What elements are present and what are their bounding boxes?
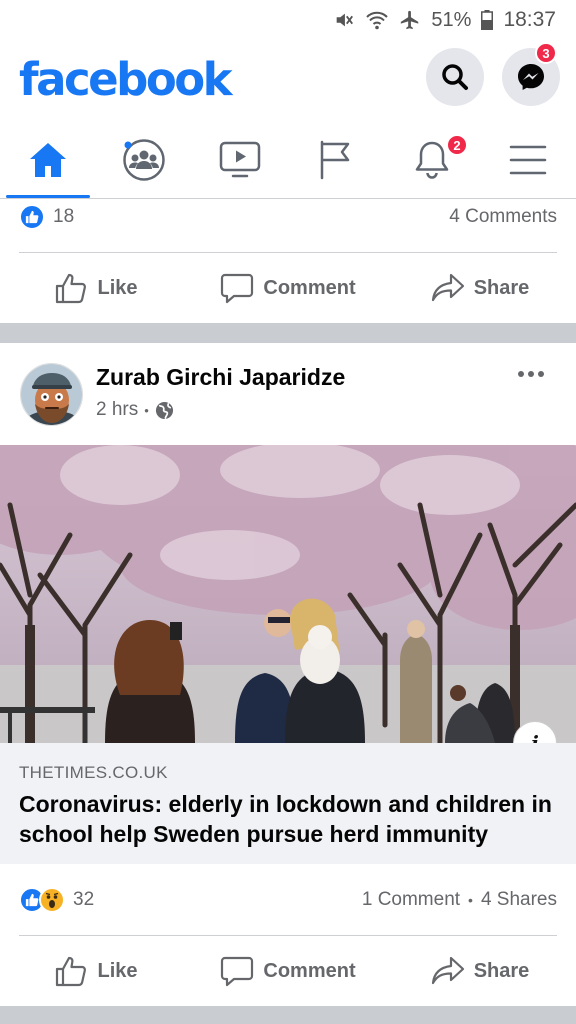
globe-icon	[155, 401, 173, 419]
like-label: Like	[97, 959, 138, 982]
search-button[interactable]	[426, 48, 484, 106]
wow-reaction-icon[interactable]	[39, 887, 65, 913]
post-header: Zurab Girchi Japaridze 2 hrs •	[0, 343, 576, 445]
pages-flag-icon	[320, 140, 350, 180]
feed-separator	[0, 323, 576, 343]
like-label: Like	[97, 276, 138, 299]
feed-separator	[0, 1006, 576, 1024]
avatar[interactable]	[20, 363, 83, 426]
previous-post-reactions: 18 4 Comments	[0, 192, 576, 242]
share-label: Share	[473, 276, 530, 299]
tab-menu[interactable]	[480, 122, 576, 198]
shares-count[interactable]: 4 Shares	[481, 889, 557, 911]
groups-icon	[123, 139, 165, 181]
clock: 18:37	[503, 8, 556, 31]
share-label: Share	[473, 959, 530, 982]
comment-label: Comment	[263, 959, 356, 982]
share-button[interactable]: Share	[384, 954, 576, 988]
reaction-count[interactable]: 32	[73, 889, 94, 911]
battery-icon	[481, 10, 494, 30]
post-meta: 2 hrs •	[96, 399, 174, 421]
tab-pages[interactable]	[288, 122, 384, 198]
thumbs-up-icon	[56, 273, 87, 304]
messenger-icon	[518, 64, 544, 90]
home-icon	[30, 143, 66, 177]
previous-post-actions: Like Comment Share	[0, 253, 576, 323]
comment-label: Comment	[263, 276, 356, 299]
link-preview[interactable]: THETIMES.CO.UK Coronavirus: elderly in l…	[0, 743, 576, 864]
thumbs-up-icon	[56, 956, 87, 987]
share-button[interactable]: Share	[384, 271, 576, 305]
tab-groups[interactable]	[96, 122, 192, 198]
post-reactions: 32 1 Comment • 4 Shares	[0, 875, 576, 925]
reaction-count[interactable]: 18	[53, 206, 74, 228]
tab-home[interactable]	[0, 122, 96, 198]
messenger-button[interactable]: 3	[502, 42, 560, 106]
battery-percent: 51%	[431, 8, 472, 31]
messenger-badge: 3	[535, 42, 557, 64]
status-bar: 51% 18:37	[0, 0, 576, 40]
app-header: facebook 3	[0, 40, 576, 122]
comments-count[interactable]: 4 Comments	[449, 206, 557, 228]
comment-icon	[221, 273, 254, 304]
share-icon	[431, 273, 464, 302]
post-author[interactable]: Zurab Girchi Japaridze	[96, 364, 345, 391]
airplane-icon	[401, 10, 419, 30]
like-reaction-icon[interactable]	[19, 204, 45, 230]
link-title: Coronavirus: elderly in lockdown and chi…	[19, 791, 552, 847]
menu-icon	[509, 145, 547, 175]
post-time[interactable]: 2 hrs	[96, 399, 138, 421]
watch-icon	[219, 141, 261, 178]
comments-count[interactable]: 1 Comment	[362, 889, 460, 911]
notifications-badge: 2	[446, 134, 468, 156]
share-icon	[431, 956, 464, 985]
post-actions: Like Comment Share	[0, 936, 576, 1006]
nav-tabs: 2	[0, 122, 576, 199]
link-image[interactable]	[0, 445, 576, 743]
comment-icon	[221, 956, 254, 987]
like-button[interactable]: Like	[0, 954, 192, 988]
search-icon	[442, 64, 468, 90]
more-icon[interactable]	[518, 371, 544, 377]
stats-separator: •	[468, 892, 473, 908]
tab-watch[interactable]	[192, 122, 288, 198]
meta-separator: •	[144, 402, 149, 418]
mute-icon	[337, 13, 354, 27]
wifi-icon	[366, 11, 389, 30]
link-domain: THETIMES.CO.UK	[19, 763, 168, 782]
like-button[interactable]: Like	[0, 271, 192, 305]
tab-notifications[interactable]: 2	[384, 122, 480, 198]
facebook-logo[interactable]: facebook	[19, 53, 233, 106]
comment-button[interactable]: Comment	[192, 271, 384, 305]
comment-button[interactable]: Comment	[192, 954, 384, 988]
